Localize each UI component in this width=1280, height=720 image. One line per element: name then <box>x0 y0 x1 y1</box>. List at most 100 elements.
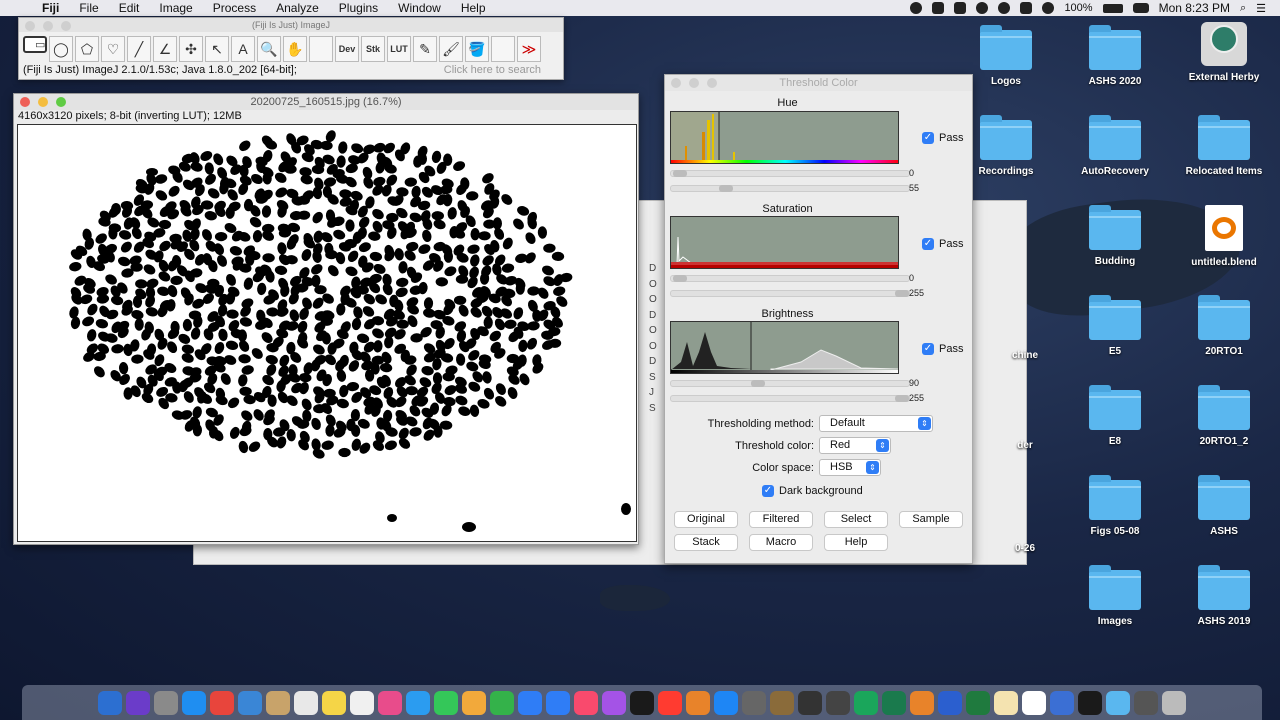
dock-app-icon[interactable] <box>938 690 962 715</box>
minimize-button[interactable] <box>43 21 53 31</box>
bluetooth-icon[interactable] <box>1020 2 1033 14</box>
dock-app-icon[interactable] <box>994 690 1018 715</box>
menu-help[interactable]: Help <box>451 1 496 15</box>
control-center-icon[interactable]: ☰ <box>1256 2 1266 15</box>
dock-app-icon[interactable] <box>182 690 206 715</box>
speaker-icon[interactable] <box>976 2 989 14</box>
dock-app-icon[interactable] <box>882 690 906 715</box>
hue-max-slider[interactable] <box>670 185 910 192</box>
help-button[interactable]: Help <box>824 534 888 551</box>
dark-background-checkbox[interactable]: ✓ Dark background <box>762 485 863 497</box>
menu-plugins[interactable]: Plugins <box>329 1 388 15</box>
blank-tool-2[interactable] <box>491 36 515 62</box>
menu-process[interactable]: Process <box>203 1 266 15</box>
text-tool[interactable]: A <box>231 36 255 62</box>
desktop-icon[interactable]: E8 <box>1067 385 1163 447</box>
desktop-icon[interactable]: 20RTO1_2 <box>1176 385 1272 447</box>
dropbox-icon[interactable] <box>932 2 945 14</box>
desktop-icon[interactable]: Images <box>1067 565 1163 627</box>
color-space-select[interactable]: HSB ⇕ <box>819 459 881 476</box>
image-canvas[interactable] <box>17 124 637 542</box>
threshold-color-select[interactable]: Red ⇕ <box>819 437 891 454</box>
wifi-icon[interactable] <box>1042 2 1055 14</box>
image-window-titlebar[interactable]: 20200725_160515.jpg (16.7%) <box>14 94 638 110</box>
dock-app-icon[interactable] <box>1050 690 1074 715</box>
zoom-tool[interactable]: 🔍 <box>257 36 281 62</box>
dev-tool[interactable]: Dev <box>335 36 359 62</box>
zoom-button[interactable] <box>56 97 66 107</box>
dock-app-icon[interactable] <box>462 690 486 715</box>
desktop-icon[interactable]: Budding <box>1067 205 1163 267</box>
desktop-icon[interactable]: Recordings <box>958 115 1054 177</box>
input-flag-icon[interactable] <box>1132 3 1149 13</box>
hue-min-slider[interactable] <box>670 170 910 177</box>
brightness-max-slider[interactable] <box>670 395 910 402</box>
saturation-min-slider[interactable] <box>670 275 910 282</box>
desktop-icon[interactable]: Figs 05-08 <box>1067 475 1163 537</box>
dock-app-icon[interactable] <box>490 690 514 715</box>
slider-knob[interactable] <box>673 170 687 177</box>
desktop-icon[interactable]: External Herby <box>1176 22 1272 83</box>
select-button[interactable]: Select <box>824 511 888 528</box>
dock-app-icon[interactable] <box>574 690 598 715</box>
slider-knob[interactable] <box>895 395 909 402</box>
desktop-icon[interactable]: untitled.blend <box>1176 205 1272 268</box>
flood-tool[interactable]: 🪣 <box>465 36 489 62</box>
desktop-icon[interactable]: Relocated Items <box>1176 115 1272 177</box>
desktop-icon[interactable]: ASHS 2020 <box>1067 25 1163 87</box>
dock-app-icon[interactable] <box>518 690 542 715</box>
pencil-tool[interactable]: ✎ <box>413 36 437 62</box>
menu-file[interactable]: File <box>69 1 108 15</box>
menu-edit[interactable]: Edit <box>109 1 150 15</box>
desktop-icon[interactable]: 20RTO1 <box>1176 295 1272 357</box>
dock-app-icon[interactable] <box>1106 690 1130 715</box>
stk-tool[interactable]: Stk <box>361 36 385 62</box>
original-button[interactable]: Original <box>674 511 738 528</box>
close-button[interactable] <box>20 97 30 107</box>
dock-app-icon[interactable] <box>798 690 822 715</box>
saturation-max-slider[interactable] <box>670 290 910 297</box>
dock-app-icon[interactable] <box>742 690 766 715</box>
minimize-button[interactable] <box>689 78 699 88</box>
dock-app-icon[interactable] <box>294 690 318 715</box>
time-machine-icon[interactable] <box>998 2 1011 14</box>
angle-tool[interactable]: ∠ <box>153 36 177 62</box>
wand-tool[interactable]: ↖ <box>205 36 229 62</box>
partial-desktop-label[interactable]: 0-26 <box>990 543 1060 554</box>
dock-app-icon[interactable] <box>1078 690 1102 715</box>
slider-knob[interactable] <box>895 290 909 297</box>
dock-app-icon[interactable] <box>210 690 234 715</box>
stack-button[interactable]: Stack <box>674 534 738 551</box>
close-button[interactable] <box>671 78 681 88</box>
hand-tool[interactable]: ✋ <box>283 36 307 62</box>
dock-app-icon[interactable] <box>1162 690 1186 715</box>
blank-tool[interactable] <box>309 36 333 62</box>
menu-window[interactable]: Window <box>388 1 451 15</box>
minimize-button[interactable] <box>38 97 48 107</box>
polygon-tool[interactable]: ⬠ <box>75 36 99 62</box>
dock-app-icon[interactable] <box>826 690 850 715</box>
slider-knob[interactable] <box>751 380 765 387</box>
clock[interactable]: Mon 8:23 PM <box>1159 1 1230 15</box>
thresholding-method-select[interactable]: Default ⇕ <box>819 415 933 432</box>
dock-app-icon[interactable] <box>770 690 794 715</box>
oval-tool[interactable]: ◯ <box>49 36 73 62</box>
dock-app-icon[interactable] <box>126 690 150 715</box>
menu-app[interactable]: Fiji <box>32 1 69 15</box>
dock-app-icon[interactable] <box>630 690 654 715</box>
creative-cloud-icon[interactable] <box>910 2 923 14</box>
brightness-min-slider[interactable] <box>670 380 910 387</box>
dock-app-icon[interactable] <box>602 690 626 715</box>
slider-knob[interactable] <box>673 275 687 282</box>
spotlight-icon[interactable]: ⌕ <box>1240 2 1246 15</box>
menu-image[interactable]: Image <box>149 1 202 15</box>
dock-app-icon[interactable] <box>434 690 458 715</box>
dock-app-icon[interactable] <box>98 690 122 715</box>
brush-tool[interactable]: 🖌 <box>439 36 463 62</box>
dock-app-icon[interactable] <box>266 690 290 715</box>
dock-app-icon[interactable] <box>378 690 402 715</box>
zoom-button[interactable] <box>61 21 71 31</box>
line-tool[interactable]: ╱ <box>127 36 151 62</box>
freehand-tool[interactable]: ♡ <box>101 36 125 62</box>
desktop-icon[interactable]: E5 <box>1067 295 1163 357</box>
